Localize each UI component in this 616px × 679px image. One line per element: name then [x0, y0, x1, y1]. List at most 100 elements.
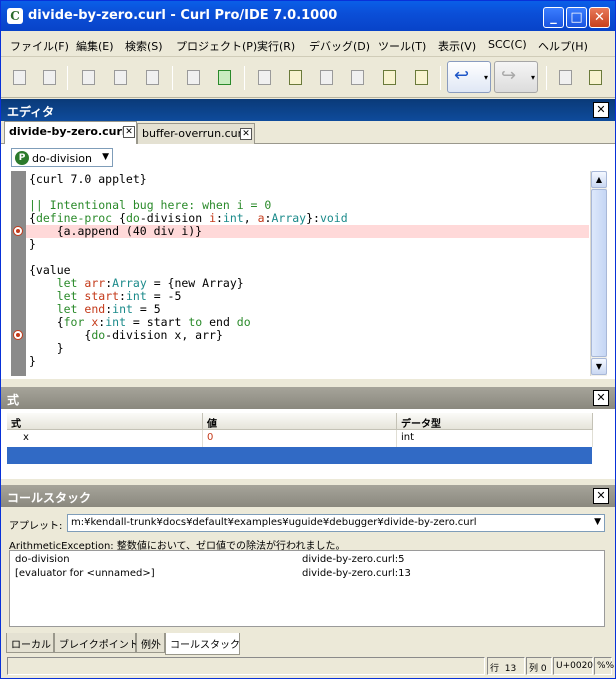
status-bar: 行 13 列 0 U+0020 %%	[1, 655, 615, 678]
callstack-panel: アプレット: m:¥kendall-trunk¥docs¥default¥exa…	[1, 508, 615, 630]
tab-callstack[interactable]: コールスタック	[165, 633, 240, 655]
breakpoint-icon[interactable]	[378, 66, 400, 88]
menu-scc[interactable]: SCC(C)	[488, 38, 527, 51]
menu-run[interactable]: 実行(R)	[257, 38, 295, 54]
undo-icon: ↩	[454, 65, 470, 86]
close-icon[interactable]: ✕	[123, 126, 135, 138]
expressions-panel: 式 値 データ型 x 0 int	[1, 409, 615, 479]
close-window-button[interactable]: ✕	[589, 7, 610, 28]
step-out-icon[interactable]	[346, 66, 368, 88]
procedure-icon: P	[15, 151, 29, 165]
expressions-panel-title: 式	[7, 393, 20, 407]
tab-breakpoints[interactable]: ブレイクポイント	[54, 633, 139, 653]
toolbar: ↩ ▾ ↪ ▾	[1, 58, 615, 98]
redo-button[interactable]: ↪ ▾	[494, 61, 538, 93]
run-page-icon[interactable]	[213, 66, 235, 88]
tab-exceptions[interactable]: 例外	[136, 633, 165, 653]
frame-name[interactable]: [evaluator for <unnamed>]	[15, 568, 155, 579]
maximize-button[interactable]: □	[566, 7, 587, 28]
callstack-list[interactable]: do-division divide-by-zero.curl:5 [evalu…	[9, 550, 605, 627]
scroll-thumb[interactable]	[591, 189, 607, 357]
open-page-icon[interactable]	[182, 66, 204, 88]
menu-view[interactable]: 表示(V)	[438, 38, 476, 54]
applet-path: m:¥kendall-trunk¥docs¥default¥examples¥u…	[71, 517, 477, 528]
copy-icon[interactable]	[109, 66, 131, 88]
menu-edit[interactable]: 編集(E)	[76, 38, 114, 54]
close-icon[interactable]: ✕	[593, 102, 609, 118]
menu-bar: ファイル(F) 編集(E) 検索(S) プロジェクト(P) 実行(R) デバッグ…	[1, 31, 615, 57]
curl-logo-icon: C	[7, 8, 23, 24]
tab-locals[interactable]: ローカル	[6, 633, 54, 653]
cut-icon[interactable]	[77, 66, 99, 88]
list-view-icon[interactable]	[554, 66, 576, 88]
frame-location[interactable]: divide-by-zero.curl:13	[302, 568, 411, 579]
document-icon[interactable]	[253, 66, 275, 88]
menu-help[interactable]: ヘルプ(H)	[538, 38, 588, 54]
code-line[interactable]: {do-division x, arr}	[26, 329, 589, 342]
editor-tabs: divide-by-zero.curl ✕ buffer-overrun.cur…	[1, 121, 615, 145]
paste-icon[interactable]	[141, 66, 163, 88]
ide-window: C divide-by-zero.curl - Curl Pro/IDE 7.0…	[0, 0, 616, 679]
menu-tools[interactable]: ツール(T)	[378, 38, 426, 54]
code-line[interactable]	[26, 251, 589, 264]
editor-scrollbar[interactable]: ▲ ▼	[590, 171, 607, 376]
tab-divide-by-zero[interactable]: divide-by-zero.curl ✕	[4, 121, 137, 145]
step-into-icon[interactable]	[284, 66, 306, 88]
close-icon[interactable]: ✕	[593, 488, 609, 504]
applet-label: アプレット:	[9, 521, 63, 532]
code-line[interactable]: }	[26, 342, 589, 355]
code-editor[interactable]: {curl 7.0 applet} || Intentional bug her…	[26, 171, 589, 376]
editor-panel-header: エディタ ✕	[1, 99, 615, 121]
column-header-expr[interactable]: 式	[7, 413, 203, 430]
tab-label: buffer-overrun.curl	[142, 127, 246, 140]
scroll-down-button[interactable]: ▼	[591, 358, 607, 375]
status-extra: %%	[594, 657, 614, 675]
type-cell[interactable]: int	[397, 430, 593, 447]
step-over-icon[interactable]	[315, 66, 337, 88]
tab-label: divide-by-zero.curl	[9, 125, 126, 138]
breakpoint-gutter[interactable]	[11, 171, 26, 376]
bottom-tabs: ローカル ブレイクポイント 例外 コールスタック	[1, 633, 615, 655]
save-all-icon[interactable]	[38, 66, 60, 88]
status-char: U+0020	[553, 657, 593, 675]
menu-debug[interactable]: デバッグ(D)	[309, 38, 370, 54]
new-expression-row[interactable]	[7, 447, 592, 464]
menu-file[interactable]: ファイル(F)	[10, 38, 69, 54]
menu-project[interactable]: プロジェクト(P)	[176, 38, 257, 54]
title-bar[interactable]: C divide-by-zero.curl - Curl Pro/IDE 7.0…	[1, 1, 615, 31]
code-line[interactable]: }	[26, 238, 589, 251]
code-line[interactable]: }	[26, 355, 589, 368]
tab-buffer-overrun[interactable]: buffer-overrun.curl ✕	[137, 123, 255, 144]
redo-icon: ↪	[501, 65, 517, 86]
code-line[interactable]: {a.append (40 div i)}	[26, 225, 589, 238]
breakpoint-icon[interactable]	[13, 226, 23, 236]
expressions-grid[interactable]: 式 値 データ型 x 0 int	[7, 413, 607, 479]
debug-bug-icon[interactable]	[584, 66, 606, 88]
column-header-value[interactable]: 値	[203, 413, 397, 430]
code-line[interactable]: {curl 7.0 applet}	[26, 173, 589, 186]
menu-search[interactable]: 検索(S)	[125, 38, 163, 54]
window-title: divide-by-zero.curl - Curl Pro/IDE 7.0.1…	[28, 8, 338, 23]
close-icon[interactable]: ✕	[593, 390, 609, 406]
value-cell[interactable]: 0	[203, 430, 397, 447]
expressions-panel-header: 式 ✕	[1, 387, 615, 409]
column-header-type[interactable]: データ型	[397, 413, 593, 430]
status-col: 列 0	[526, 657, 552, 675]
close-icon[interactable]: ✕	[240, 128, 252, 140]
proc-selector-value: do-division	[32, 152, 92, 165]
editor-panel-title: エディタ	[7, 105, 55, 119]
minimize-button[interactable]: _	[543, 7, 564, 28]
frame-location[interactable]: divide-by-zero.curl:5	[302, 554, 405, 565]
save-icon[interactable]	[8, 66, 30, 88]
scroll-up-button[interactable]: ▲	[591, 171, 607, 188]
chevron-down-icon: ▼	[594, 517, 601, 527]
callstack-panel-title: コールスタック	[7, 491, 92, 505]
proc-selector[interactable]: P do-division ▼	[11, 148, 113, 167]
breakpoint-icon[interactable]	[13, 330, 23, 340]
expr-cell[interactable]: x	[19, 430, 203, 447]
undo-button[interactable]: ↩ ▾	[447, 61, 491, 93]
frame-name[interactable]: do-division	[15, 554, 70, 565]
clear-breakpoints-icon[interactable]	[410, 66, 432, 88]
applet-select[interactable]: m:¥kendall-trunk¥docs¥default¥examples¥u…	[67, 514, 605, 532]
callstack-panel-header: コールスタック ✕	[1, 485, 615, 507]
